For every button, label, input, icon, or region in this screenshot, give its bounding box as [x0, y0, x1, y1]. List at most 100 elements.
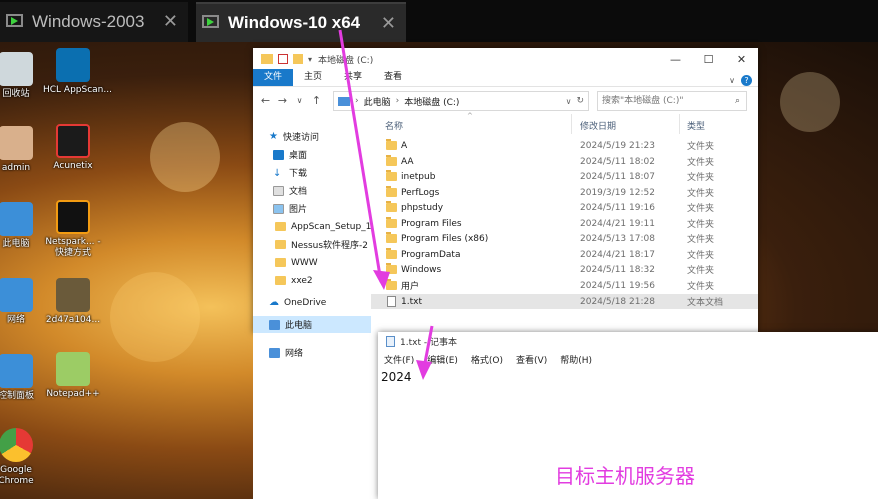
file-row[interactable]: 用户 2024/5/11 19:56 文件夹 — [371, 278, 758, 293]
nav-quick-access[interactable]: ★ 快速访问 — [253, 128, 371, 145]
forward-button[interactable]: → — [274, 94, 291, 107]
close-icon[interactable]: ✕ — [163, 11, 178, 32]
ribbon-tabs: 文件 主页 共享 查看 ∨ ? — [253, 69, 758, 87]
notepad-titlebar: 1.txt - 记事本 — [378, 332, 878, 350]
nav-folder-nessus[interactable]: Nessus软件程序-2 — [253, 236, 371, 253]
desktop-icon-image-file[interactable]: 2d47a104... — [43, 278, 103, 326]
search-icon[interactable]: ⌕ — [735, 92, 740, 110]
nav-folder-xxe2[interactable]: xxe2 — [253, 272, 371, 289]
breadcrumb-c-drive[interactable]: 本地磁盘 (C:) — [404, 95, 459, 108]
netsparker-icon — [56, 200, 90, 234]
search-input[interactable]: 搜索"本地磁盘 (C:)" ⌕ — [597, 91, 747, 111]
recycle-bin-icon — [0, 52, 33, 86]
desktop-icon-appscan[interactable]: HCL AppScan... — [43, 48, 112, 96]
desktop-icon-recycle-bin[interactable]: 回收站 — [0, 52, 46, 100]
nav-folder-appscan[interactable]: AppScan_Setup_1 — [253, 218, 371, 235]
wallpaper-bokeh — [150, 122, 220, 192]
notepad-plus-icon — [56, 352, 90, 386]
nav-onedrive[interactable]: ☁ OneDrive — [253, 294, 371, 311]
file-row[interactable]: phpstudy 2024/5/11 19:16 文件夹 — [371, 200, 758, 215]
star-icon: ★ — [269, 131, 278, 142]
breadcrumb-this-pc[interactable]: 此电脑 — [364, 95, 391, 108]
nav-folder-www[interactable]: WWW — [253, 254, 371, 271]
nav-network[interactable]: 网络 — [253, 344, 371, 361]
file-row[interactable]: Program Files 2024/4/21 19:11 文件夹 — [371, 216, 758, 231]
desktop-icon-network[interactable]: 网络 — [0, 278, 46, 326]
tab-file[interactable]: 文件 — [253, 69, 294, 86]
tab-view[interactable]: 查看 — [373, 69, 413, 86]
expand-ribbon-icon[interactable]: ∨ — [729, 76, 735, 85]
up-button[interactable]: ↑ — [308, 94, 325, 107]
search-placeholder: 搜索"本地磁盘 (C:)" — [602, 96, 684, 106]
address-bar[interactable]: › 此电脑 › 本地磁盘 (C:) ∨ ↻ — [333, 91, 589, 111]
minimize-button[interactable]: — — [659, 48, 692, 70]
folder-icon — [386, 263, 397, 274]
close-button[interactable]: ✕ — [725, 48, 758, 70]
file-row[interactable]: AA 2024/5/11 18:02 文件夹 — [371, 154, 758, 169]
file-row[interactable]: inetpub 2024/5/11 18:07 文件夹 — [371, 169, 758, 184]
column-divider[interactable] — [571, 114, 572, 134]
file-row[interactable]: Windows 2024/5/11 18:32 文件夹 — [371, 262, 758, 277]
desktop-icon-admin[interactable]: admin — [0, 126, 46, 174]
menu-view[interactable]: 查看(V) — [516, 353, 547, 366]
refresh-icon[interactable]: ↻ — [576, 96, 584, 106]
menu-format[interactable]: 格式(O) — [471, 353, 503, 366]
text-file-icon — [387, 296, 396, 307]
new-folder-icon[interactable] — [293, 54, 303, 64]
address-dropdown-icon[interactable]: ∨ — [566, 97, 572, 106]
file-list: 名称 ^ 修改日期 类型 A 2024/5/19 21:23 文件夹 AA 2024/… — [371, 112, 758, 333]
control-panel-icon — [0, 354, 33, 388]
folder-icon — [386, 201, 397, 212]
menu-file[interactable]: 文件(F) — [384, 353, 414, 366]
file-row-selected[interactable]: 1.txt 2024/5/18 21:28 文本文档 — [371, 294, 758, 309]
nav-documents[interactable]: 文档 — [253, 182, 371, 199]
annotation-caption: 目标主机服务器 — [555, 464, 695, 488]
folder-icon — [261, 54, 273, 64]
tab-windows-2003[interactable]: Windows-2003 ✕ — [0, 2, 188, 42]
column-divider[interactable] — [679, 114, 680, 134]
nav-this-pc[interactable]: 此电脑 — [253, 316, 371, 333]
tab-share[interactable]: 共享 — [333, 69, 373, 86]
desktop-icon-acunetix[interactable]: Acunetix — [43, 124, 103, 172]
column-header-name[interactable]: 名称 — [385, 119, 403, 132]
computer-icon — [338, 96, 350, 106]
nav-pictures[interactable]: 图片 — [253, 200, 371, 217]
file-row[interactable]: A 2024/5/19 21:23 文件夹 — [371, 138, 758, 153]
wallpaper-bokeh — [780, 72, 840, 132]
column-header-type[interactable]: 类型 — [687, 119, 705, 132]
breadcrumb-separator-icon: › — [355, 96, 359, 106]
notepad-menubar: 文件(F) 编辑(E) 格式(O) 查看(V) 帮助(H) — [378, 350, 878, 368]
vm-icon — [6, 14, 24, 30]
file-row[interactable]: PerfLogs 2019/3/19 12:52 文件夹 — [371, 185, 758, 200]
file-row[interactable]: Program Files (x86) 2024/5/13 17:08 文件夹 — [371, 231, 758, 246]
recent-locations-button[interactable]: ∨ — [291, 96, 308, 105]
desktop-icon-control-panel[interactable]: 控制面板 — [0, 354, 46, 402]
close-icon[interactable]: ✕ — [381, 13, 396, 34]
image-thumbnail-icon — [56, 278, 90, 312]
desktop-icon-this-pc[interactable]: 此电脑 — [0, 202, 46, 250]
menu-edit[interactable]: 编辑(E) — [427, 353, 458, 366]
column-header-date[interactable]: 修改日期 — [580, 119, 616, 132]
nav-desktop[interactable]: 桌面 — [253, 146, 371, 163]
download-icon: ↓ — [273, 167, 282, 179]
notepad-title: 1.txt - 记事本 — [400, 337, 457, 348]
properties-icon[interactable] — [278, 54, 288, 64]
desktop-icon-chrome[interactable]: Google Chrome — [0, 428, 46, 487]
file-row[interactable]: ProgramData 2024/4/21 18:17 文件夹 — [371, 247, 758, 262]
nav-downloads[interactable]: ↓ 下载 — [253, 164, 371, 181]
navigation-pane: ★ 快速访问 桌面 ↓ 下载 文档 图片 AppScan_Setup_1 Nes… — [253, 126, 371, 333]
folder-icon — [386, 232, 397, 243]
desktop-icon-notepad-plus[interactable]: Notepad++ — [43, 352, 103, 400]
quick-access-dropdown-icon[interactable]: ▾ — [308, 55, 312, 64]
menu-help[interactable]: 帮助(H) — [560, 353, 592, 366]
picture-icon — [273, 203, 284, 214]
back-button[interactable]: ← — [257, 94, 274, 107]
appscan-icon — [56, 48, 90, 82]
notepad-text-area[interactable]: 2024 — [378, 368, 878, 386]
desktop-icon-netsparker[interactable]: Netspark... - 快捷方式 — [43, 200, 103, 259]
help-icon[interactable]: ? — [741, 75, 752, 86]
tab-windows-10[interactable]: Windows-10 x64 ✕ — [196, 2, 406, 42]
folder-icon — [275, 258, 286, 267]
tab-home[interactable]: 主页 — [293, 69, 333, 86]
maximize-button[interactable]: ☐ — [692, 48, 725, 70]
